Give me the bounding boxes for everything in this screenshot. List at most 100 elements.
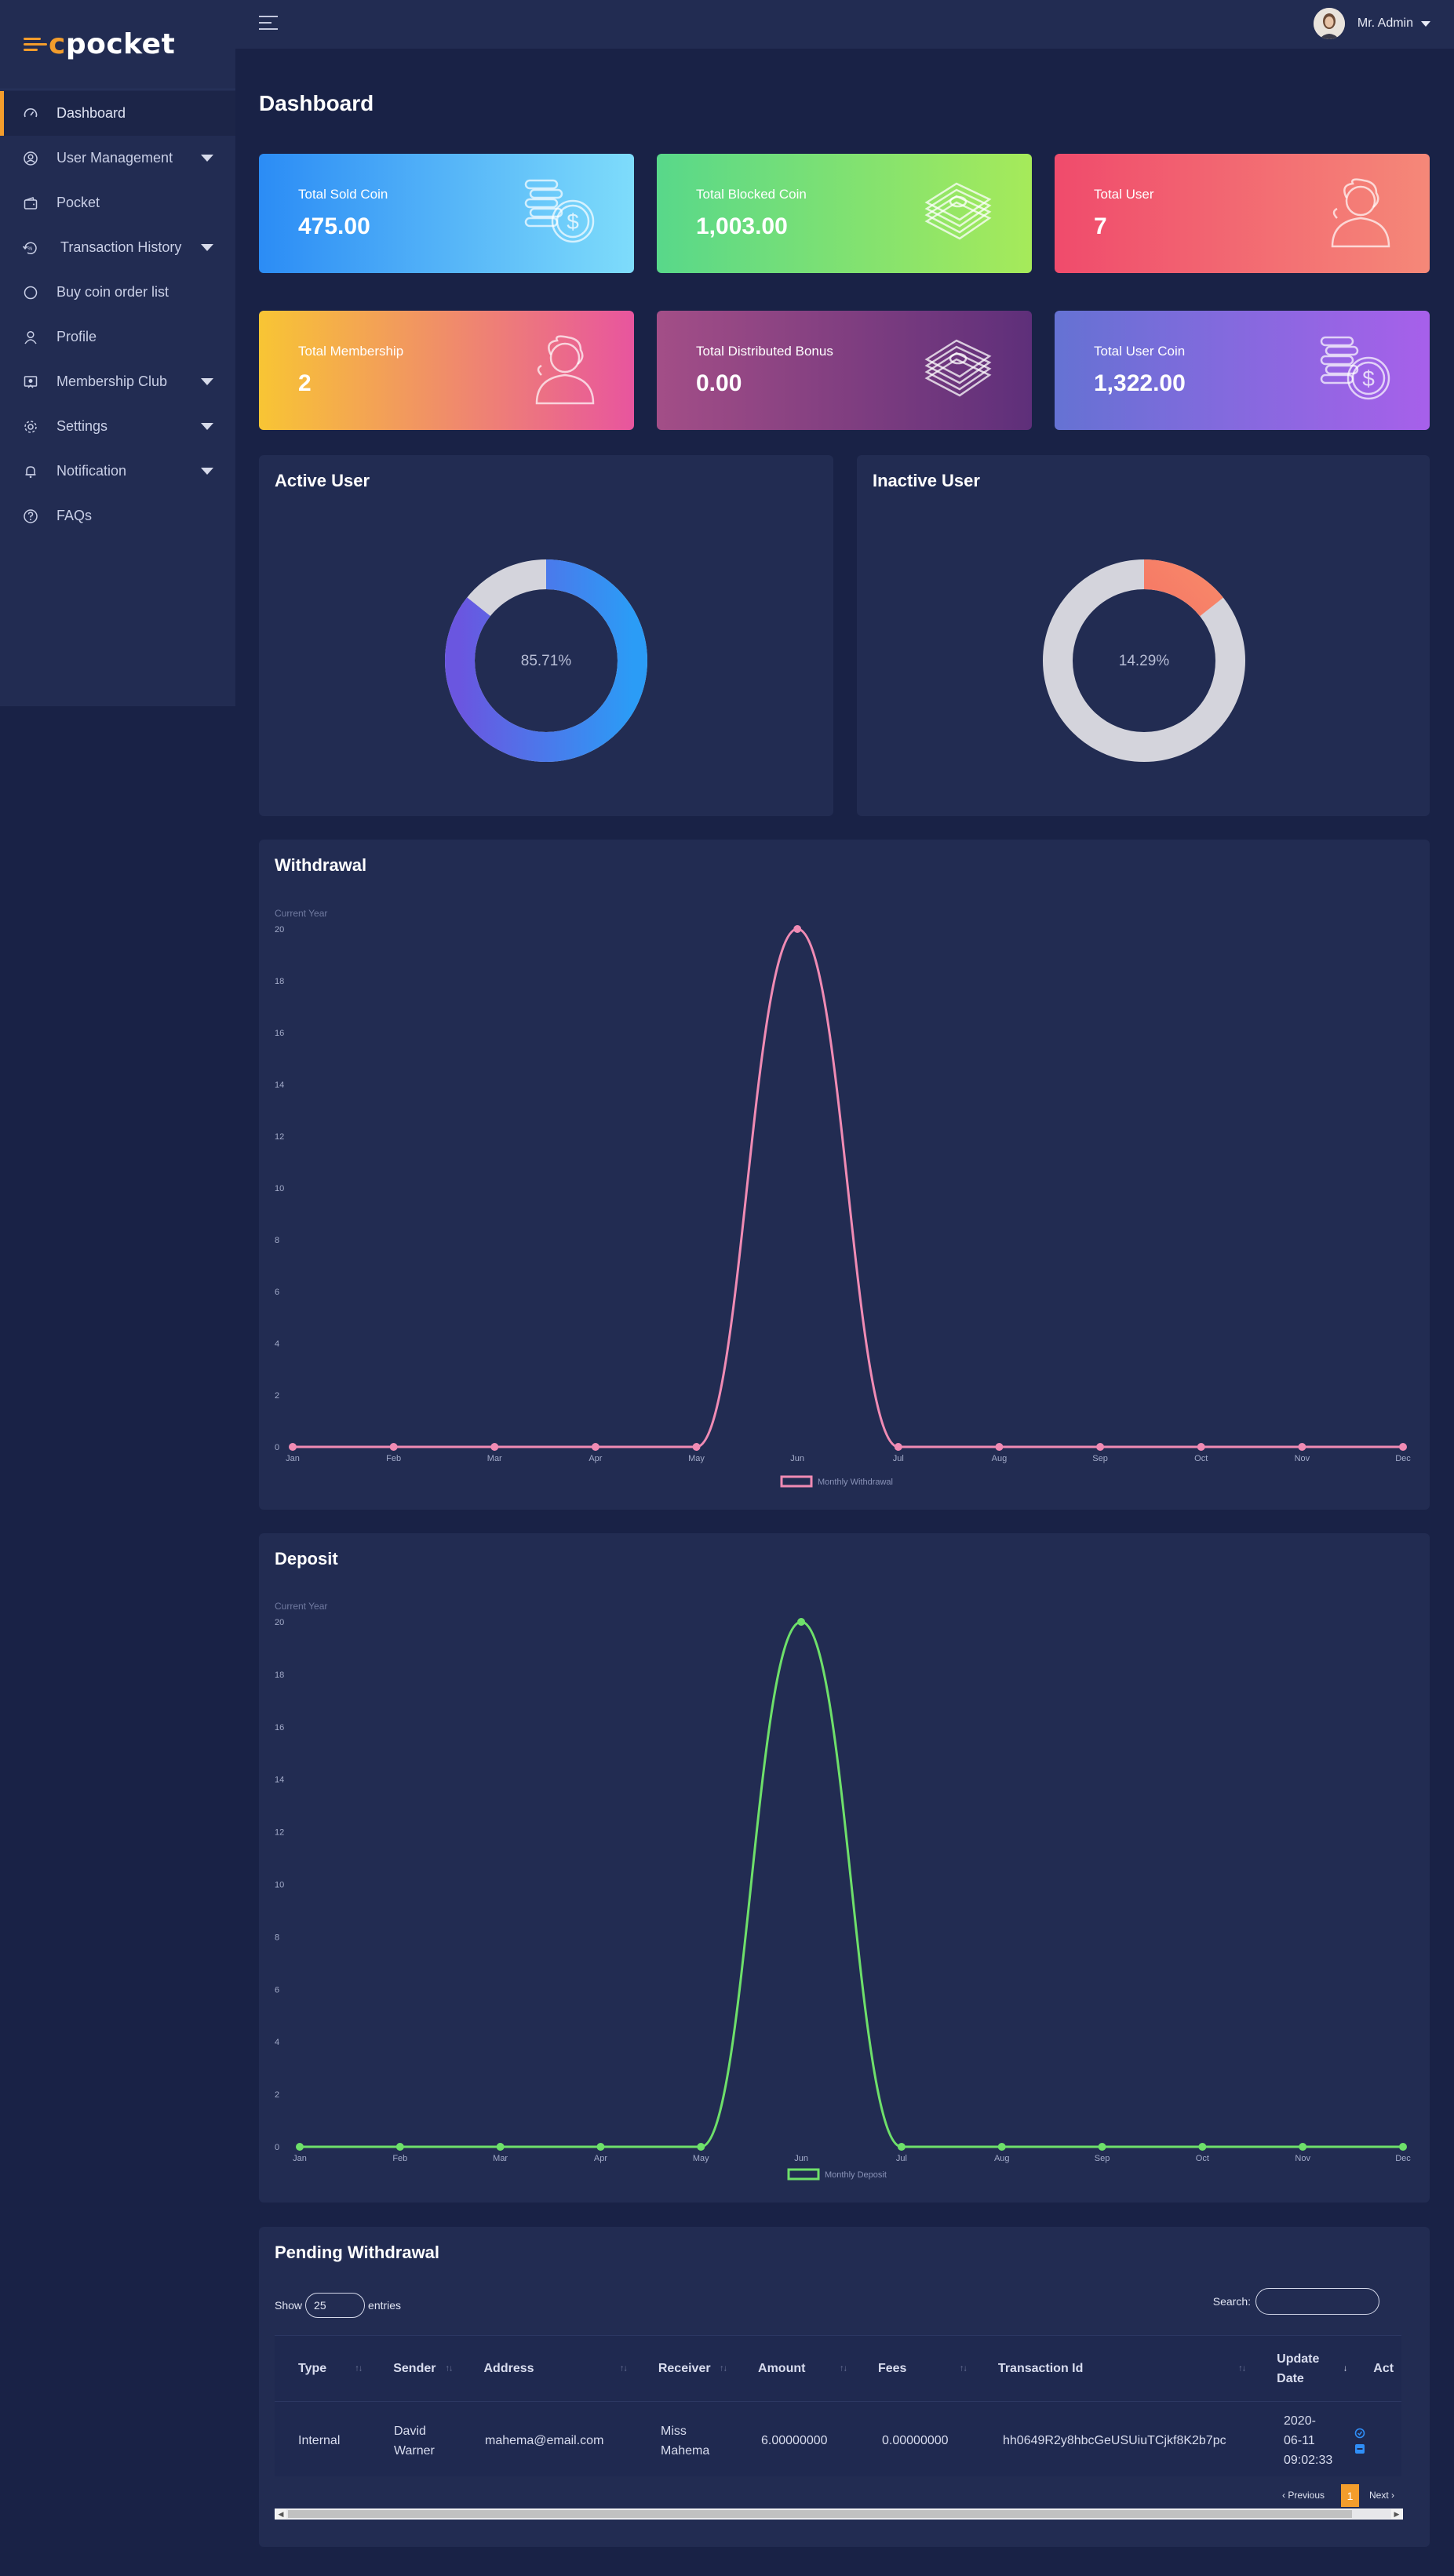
data-point-oct[interactable] [1197, 1443, 1205, 1451]
sort-icon: ↑↓ [720, 2363, 727, 2373]
menu-toggle-icon[interactable] [259, 16, 278, 35]
reject-icon[interactable] [1354, 2443, 1365, 2454]
svg-text:$: $ [1362, 366, 1375, 391]
data-point-mar[interactable] [496, 2143, 505, 2151]
data-point-oct[interactable] [1198, 2143, 1207, 2151]
sort-icon: ↑↓ [959, 2363, 968, 2373]
col-address[interactable]: Address ↑↓ [460, 2359, 634, 2378]
pagination-next[interactable]: Next › [1369, 2490, 1394, 2501]
y-tick-label: 8 [275, 1933, 279, 1942]
sidebar-item-label: Settings [56, 418, 108, 434]
data-point-nov[interactable] [1298, 1443, 1306, 1451]
deposit-panel: Deposit Current Year 0 2 4 6 8 10 12 14 16 18 20 Jan… [259, 1533, 1430, 2203]
chart-subtitle: Current Year [275, 908, 327, 919]
search-input[interactable] [1255, 2288, 1379, 2315]
sidebar-item-settings[interactable]: Settings [0, 404, 235, 449]
data-point-jan[interactable] [296, 2143, 304, 2151]
active-user-panel: Active User 85.71% [259, 455, 833, 816]
legend-label[interactable]: Monthly Deposit [825, 2170, 887, 2180]
data-point-mar[interactable] [490, 1443, 499, 1451]
data-point-may[interactable] [692, 1443, 701, 1451]
data-point-sep[interactable] [1098, 2143, 1106, 2151]
data-point-feb[interactable] [395, 2143, 404, 2151]
logo[interactable]: c pocket [0, 0, 235, 89]
data-point-jul[interactable] [894, 1443, 902, 1451]
sidebar-item-faqs[interactable]: FAQs [0, 494, 235, 538]
x-tick-label: Apr [594, 2154, 607, 2163]
data-point-jan[interactable] [289, 1443, 297, 1451]
stat-card-total-sold-coin[interactable]: Total Sold Coin 475.00 $ [259, 154, 634, 273]
person-icon [22, 329, 39, 346]
col-receiver[interactable]: Receiver ↑↓ [635, 2359, 734, 2378]
col-type[interactable]: Type ↑↓ [275, 2359, 370, 2378]
sidebar-item-label: Membership Club [56, 373, 168, 389]
data-point-apr[interactable] [591, 1443, 599, 1451]
data-point-apr[interactable] [596, 2143, 605, 2151]
user-menu[interactable]: Mr. Admin [1313, 8, 1430, 39]
coins-dollar-icon: $ [523, 177, 598, 248]
sidebar-item-notification[interactable]: Notification [0, 449, 235, 494]
data-point-nov[interactable] [1299, 2143, 1307, 2151]
approve-icon[interactable] [1354, 2428, 1365, 2439]
pagination-previous[interactable]: ‹ Previous [1282, 2490, 1325, 2501]
legend-swatch [787, 2168, 820, 2181]
stat-card-value: 1,322.00 [1094, 370, 1186, 396]
sidebar-item-label: User Management [56, 150, 173, 166]
data-point-aug[interactable] [997, 2143, 1006, 2151]
data-point-jun[interactable] [797, 1618, 806, 1626]
stat-card-total-blocked-coin[interactable]: Total Blocked Coin 1,003.00 [657, 154, 1032, 273]
x-tick-label: Sep [1095, 2154, 1110, 2163]
data-point-may[interactable] [697, 2143, 705, 2151]
y-tick-label: 10 [275, 1184, 284, 1193]
sidebar-item-profile[interactable]: Profile [0, 315, 235, 359]
sidebar-item-membership-club[interactable]: Membership Club [0, 359, 235, 404]
stat-card-total-user[interactable]: Total User 7 [1055, 154, 1430, 273]
col-fees[interactable]: Fees ↑↓ [855, 2359, 975, 2378]
scroll-left-arrow-icon[interactable]: ◀ [275, 2509, 286, 2519]
sidebar-item-buy-coin-order-list[interactable]: Buy coin order list [0, 270, 235, 315]
col-amount[interactable]: Amount ↑↓ [734, 2359, 855, 2378]
bell-icon [22, 463, 39, 480]
data-point-dec[interactable] [1399, 1443, 1407, 1451]
table-scrollbar[interactable]: ◀ ▶ [275, 2509, 1403, 2520]
data-point-sep[interactable] [1096, 1443, 1105, 1451]
data-point-dec[interactable] [1399, 2143, 1407, 2151]
sidebar-item-label: Buy coin order list [56, 284, 169, 300]
x-tick-label: Dec [1395, 1454, 1411, 1463]
stat-card-total-user-coin[interactable]: Total User Coin 1,322.00 $ [1055, 311, 1430, 430]
scroll-thumb[interactable] [288, 2510, 1352, 2518]
col-update-date[interactable]: Update Date ↓ [1253, 2349, 1354, 2388]
sidebar-item-pocket[interactable]: Pocket [0, 180, 235, 225]
user-circle-icon [22, 150, 39, 167]
inactive-user-donut: 14.29% [1043, 559, 1245, 762]
legend-swatch [780, 1475, 813, 1488]
withdrawal-chart: Current Year 0 2 4 6 8 10 12 14 16 18 20 Jan Feb Mar Ap… [275, 908, 1411, 1488]
y-tick-label: 14 [275, 1080, 284, 1090]
question-icon [22, 508, 39, 525]
data-point-jun[interactable] [793, 925, 802, 933]
chart-subtitle: Current Year [275, 1601, 327, 1612]
scroll-right-arrow-icon[interactable]: ▶ [1391, 2509, 1402, 2519]
series-line-monthly-deposit [300, 1620, 1403, 2148]
col-transaction-id[interactable]: Transaction Id ↑↓ [975, 2359, 1253, 2378]
x-tick-label: Sep [1092, 1454, 1108, 1463]
stat-card-total-distributed-bonus[interactable]: Total Distributed Bonus 0.00 [657, 311, 1032, 430]
stat-card-total-membership[interactable]: Total Membership 2 [259, 311, 634, 430]
sidebar-item-user-management[interactable]: User Management [0, 136, 235, 180]
series-line-monthly-withdrawal [292, 927, 1403, 1448]
sidebar-item-transaction-history[interactable]: % Transaction History [0, 225, 235, 270]
data-point-aug[interactable] [995, 1443, 1004, 1451]
sidebar-item-dashboard[interactable]: Dashboard [0, 91, 235, 136]
col-action[interactable]: Act [1354, 2359, 1401, 2378]
pagination-page-1[interactable]: 1 [1341, 2484, 1359, 2507]
x-tick-label: Oct [1194, 1454, 1208, 1463]
data-point-jul[interactable] [897, 2143, 906, 2151]
page-title: Dashboard [259, 91, 374, 115]
entries-select[interactable]: 25 [305, 2293, 366, 2318]
show-label: Show [275, 2299, 303, 2312]
legend-label[interactable]: Monthly Withdrawal [818, 1477, 893, 1487]
x-tick-label: Jun [794, 2154, 808, 2163]
col-sender[interactable]: Sender ↑↓ [370, 2359, 460, 2378]
data-point-feb[interactable] [389, 1443, 398, 1451]
stat-card-label: Total User Coin [1094, 344, 1186, 359]
